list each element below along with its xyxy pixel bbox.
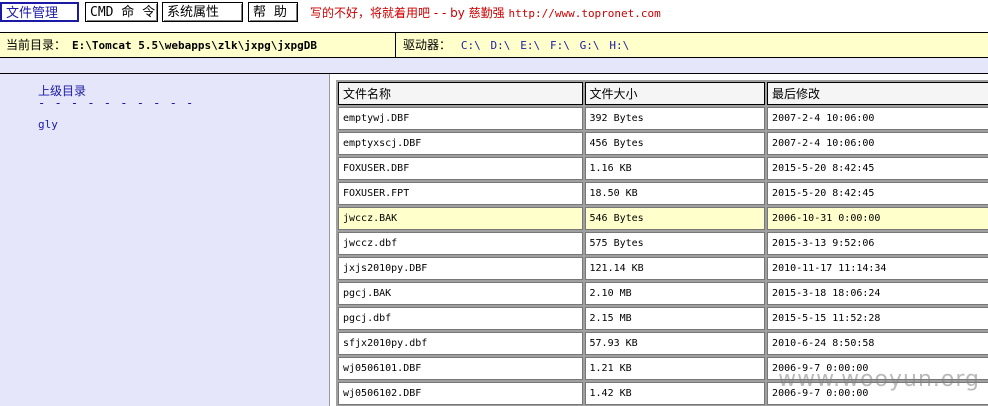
drive-link-h[interactable]: H:\: [609, 39, 629, 52]
file-name-cell[interactable]: pgcj.dbf: [338, 307, 583, 330]
table-row[interactable]: pgcj.dbf 2.15 MB 2015-5-15 11:52:28: [338, 307, 988, 330]
table-row[interactable]: jxjs2010py.DBF 121.14 KB 2010-11-17 11:14:…: [338, 257, 988, 280]
folder-link-gly[interactable]: gly: [38, 118, 58, 131]
menu-system-properties[interactable]: 系统属性: [162, 2, 243, 22]
file-size-cell: 2.15 MB: [584, 307, 766, 330]
file-modified-cell: 2015-5-15 11:52:28: [767, 307, 988, 330]
slogan-url[interactable]: http://www.topronet.com: [508, 7, 660, 20]
file-size-cell: 546 Bytes: [584, 207, 766, 230]
drive-link-g[interactable]: G:\: [580, 39, 600, 52]
file-size-cell: 18.50 KB: [584, 182, 766, 205]
file-name-cell[interactable]: emptyxscj.DBF: [338, 132, 583, 155]
file-list-container: 文件名称 文件大小 最后修改 emptywj.DBF 392 Bytes 2007-…: [336, 80, 988, 406]
menu-file-manager[interactable]: 文件管理: [0, 2, 79, 22]
top-menu-bar: 文件管理 CMD 命 令 系统属性 帮 助 写的不好，将就着用吧 - - by …: [0, 0, 988, 26]
drive-list: 驱动器： C:\ D:\ E:\ F:\ G:\ H:\: [397, 33, 629, 57]
current-directory-label: 当前目录：: [6, 38, 67, 52]
file-table-body: emptywj.DBF 392 Bytes 2007-2-4 10:06:00 emp…: [338, 107, 988, 405]
file-size-cell: 2.10 MB: [584, 282, 766, 305]
file-size-cell: 1.42 KB: [584, 382, 766, 405]
column-header-name[interactable]: 文件名称: [338, 82, 583, 105]
file-modified-cell: 2015-5-20 8:42:45: [767, 182, 988, 205]
file-name-cell[interactable]: emptywj.DBF: [338, 107, 583, 130]
file-size-cell: 121.14 KB: [584, 257, 766, 280]
file-modified-cell: 2015-3-13 9:52:06: [767, 232, 988, 255]
column-header-modified[interactable]: 最后修改: [767, 82, 988, 105]
file-modified-cell: 2015-5-20 8:42:45: [767, 157, 988, 180]
file-size-cell: 1.16 KB: [584, 157, 766, 180]
file-modified-cell: 2007-2-4 10:06:00: [767, 107, 988, 130]
file-modified-cell: 2010-6-24 8:50:58: [767, 332, 988, 355]
file-size-cell: 392 Bytes: [584, 107, 766, 130]
file-list-table: 文件名称 文件大小 最后修改 emptywj.DBF 392 Bytes 2007-…: [336, 80, 988, 406]
file-size-cell: 456 Bytes: [584, 132, 766, 155]
table-row[interactable]: emptywj.DBF 392 Bytes 2007-2-4 10:06:00: [338, 107, 988, 130]
file-name-cell[interactable]: FOXUSER.DBF: [338, 157, 583, 180]
table-row[interactable]: pgcj.BAK 2.10 MB 2015-3-18 18:06:24: [338, 282, 988, 305]
table-row[interactable]: FOXUSER.DBF 1.16 KB 2015-5-20 8:42:45: [338, 157, 988, 180]
file-size-cell: 1.21 KB: [584, 357, 766, 380]
author-slogan: 写的不好，将就着用吧 - - by 慈勤强 http://www.toprone…: [310, 4, 661, 21]
drive-link-c[interactable]: C:\: [461, 39, 481, 52]
watermark-text: www.wooyun.org: [778, 367, 980, 392]
sidebar-divider: - - - - - - - - - -: [38, 96, 195, 110]
file-size-cell: 57.93 KB: [584, 332, 766, 355]
drive-link-e[interactable]: E:\: [520, 39, 540, 52]
file-name-cell[interactable]: pgcj.BAK: [338, 282, 583, 305]
menu-cmd[interactable]: CMD 命 令: [85, 2, 158, 22]
file-modified-cell: 2006-10-31 0:00:00: [767, 207, 988, 230]
column-header-size[interactable]: 文件大小: [584, 82, 766, 105]
table-row[interactable]: jwccz.BAK 546 Bytes 2006-10-31 0:00:00: [338, 207, 988, 230]
file-name-cell[interactable]: sfjx2010py.dbf: [338, 332, 583, 355]
menu-help[interactable]: 帮 助: [248, 2, 298, 22]
file-name-cell[interactable]: wj0506102.DBF: [338, 382, 583, 405]
file-modified-cell: 2015-3-18 18:06:24: [767, 282, 988, 305]
slogan-text: 写的不好，将就着用吧 - - by 慈勤强: [310, 6, 505, 20]
current-directory-bar: 当前目录： E:\Tomcat 5.5\webapps\zlk\jxpg\jxpg…: [0, 32, 988, 58]
separator-strip: [0, 58, 988, 74]
file-name-cell[interactable]: jxjs2010py.DBF: [338, 257, 583, 280]
drive-link-f[interactable]: F:\: [550, 39, 570, 52]
current-path-value: E:\Tomcat 5.5\webapps\zlk\jxpg\jxpgDB: [72, 39, 318, 52]
file-name-cell[interactable]: jwccz.BAK: [338, 207, 583, 230]
file-size-cell: 575 Bytes: [584, 232, 766, 255]
file-name-cell[interactable]: wj0506101.DBF: [338, 357, 583, 380]
file-modified-cell: 2010-11-17 11:14:34: [767, 257, 988, 280]
file-table-header: 文件名称 文件大小 最后修改: [338, 82, 988, 105]
table-row[interactable]: FOXUSER.FPT 18.50 KB 2015-5-20 8:42:45: [338, 182, 988, 205]
drive-link-d[interactable]: D:\: [491, 39, 511, 52]
folder-sidebar: 上级目录 - - - - - - - - - - gly: [0, 74, 330, 406]
drives-label: 驱动器：: [403, 38, 452, 52]
file-modified-cell: 2007-2-4 10:06:00: [767, 132, 988, 155]
file-name-cell[interactable]: FOXUSER.FPT: [338, 182, 583, 205]
file-name-cell[interactable]: jwccz.dbf: [338, 232, 583, 255]
table-row[interactable]: sfjx2010py.dbf 57.93 KB 2010-6-24 8:50:58: [338, 332, 988, 355]
table-row[interactable]: jwccz.dbf 575 Bytes 2015-3-13 9:52:06: [338, 232, 988, 255]
table-row[interactable]: emptyxscj.DBF 456 Bytes 2007-2-4 10:06:00: [338, 132, 988, 155]
current-path-cell: 当前目录： E:\Tomcat 5.5\webapps\zlk\jxpg\jxpg…: [0, 33, 396, 57]
